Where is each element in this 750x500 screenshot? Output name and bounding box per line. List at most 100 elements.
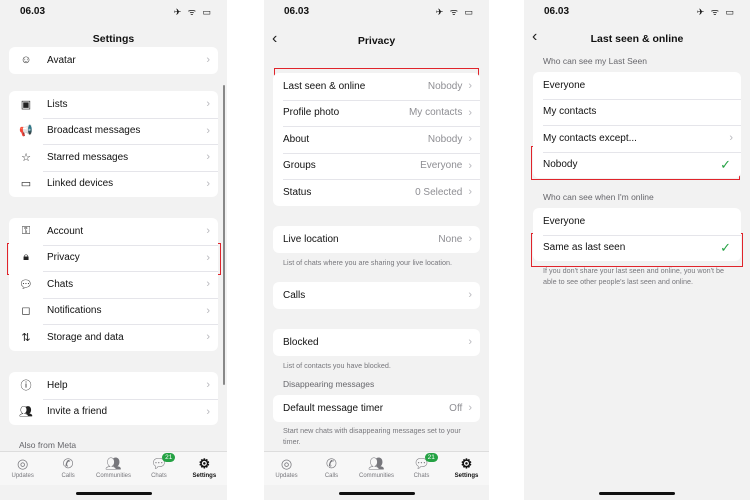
item-label: Everyone xyxy=(543,215,586,227)
list-item-storage-and-data[interactable]: ⇅ Storage and data › xyxy=(9,324,218,351)
item-label: Same as last seen xyxy=(543,242,626,254)
status-icons: ✈ ᯤ ▭ xyxy=(173,7,213,17)
settings-card: ▣ Lists › 📢 Broadcast messages › ☆ Starred mess… xyxy=(9,91,218,197)
list-item-notifications[interactable]: ◻ Notifications › xyxy=(9,297,218,325)
list-item-calls[interactable]: Calls › xyxy=(273,282,480,309)
item-label: Last seen & online xyxy=(283,80,366,92)
list-item-everyone[interactable]: Everyone xyxy=(533,208,741,235)
item-label: Starred messages xyxy=(47,151,129,163)
list-item-about[interactable]: About Nobody › xyxy=(273,126,480,153)
settings-card: ☺ Avatar › xyxy=(9,47,218,74)
tab-updates[interactable]: ◎ Updates xyxy=(264,452,309,485)
list-item-my-contacts-except[interactable]: My contacts except... › xyxy=(533,125,741,152)
chevron-right-icon: › xyxy=(729,132,733,145)
item-value: Nobody xyxy=(427,80,463,92)
communities-icon: 👥︎ xyxy=(368,456,385,471)
unread-badge: 21 xyxy=(424,453,438,462)
list-item-blocked[interactable]: Blocked › xyxy=(273,329,480,356)
tab-label: Chats xyxy=(151,473,167,479)
chevron-right-icon: › xyxy=(206,331,210,344)
settings-card: Everyone Same as last seen ✓ xyxy=(533,208,741,261)
item-label: Lists xyxy=(47,98,68,110)
tab-bar: ◎ Updates ✆ Calls 👥︎ Communities 💬︎ Chats 21 ⚙ Set… xyxy=(0,451,227,485)
tab-updates[interactable]: ◎ Updates xyxy=(0,452,45,485)
tab-settings[interactable]: ⚙ Settings xyxy=(444,452,489,485)
list-item-nobody[interactable]: Nobody ✓ xyxy=(533,151,741,179)
status-time: 06.03 xyxy=(284,6,310,17)
list-item-same-as-last-seen[interactable]: Same as last seen ✓ xyxy=(533,234,741,262)
item-label: Default message timer xyxy=(283,402,384,414)
list-item-broadcast-messages[interactable]: 📢 Broadcast messages › xyxy=(9,117,218,145)
list-item-invite-a-friend[interactable]: 👥︎ Invite a friend › xyxy=(9,398,218,426)
tab-communities[interactable]: 👥︎ Communities xyxy=(91,452,136,485)
tab-bar: ◎ Updates ✆ Calls 👥︎ Communities 💬︎ Chats 21 ⚙ Set… xyxy=(264,451,489,485)
blocked-note: List of contacts you have blocked. xyxy=(283,361,391,370)
chevron-right-icon: › xyxy=(206,54,210,67)
home-indicator[interactable] xyxy=(599,492,675,495)
tab-chats[interactable]: 💬︎ Chats 21 xyxy=(399,452,444,485)
avatar-icon: ☺ xyxy=(20,54,32,67)
star-icon: ☆ xyxy=(21,151,31,164)
chevron-right-icon: › xyxy=(206,225,210,238)
people-icon: 👥︎ xyxy=(19,406,33,419)
list-item-profile-photo[interactable]: Profile photo My contacts › xyxy=(273,99,480,127)
item-label: My contacts xyxy=(543,106,597,118)
item-label: Chats xyxy=(47,278,74,290)
list-item-last-seen-online[interactable]: Last seen & online Nobody › xyxy=(273,73,480,100)
scrollbar[interactable] xyxy=(223,85,225,385)
chevron-right-icon: › xyxy=(206,405,210,418)
page-title: Privacy xyxy=(357,35,396,47)
lock-icon: 🔒︎ xyxy=(23,251,29,264)
settings-card: Calls › xyxy=(273,282,480,309)
item-label: Privacy xyxy=(47,252,80,264)
settings-card: ⓘ Help › 👥︎ Invite a friend › xyxy=(9,372,218,425)
list-item-everyone[interactable]: Everyone xyxy=(533,72,741,99)
chevron-right-icon: › xyxy=(468,159,472,172)
item-label: My contacts except... xyxy=(543,132,637,144)
item-label: Blocked xyxy=(283,336,319,348)
tab-chats[interactable]: 💬︎ Chats 21 xyxy=(136,452,181,485)
timer-note: Start new chats with disappearing messag… xyxy=(283,426,461,446)
list-item-starred-messages[interactable]: ☆ Starred messages › xyxy=(9,144,218,171)
list-item-status[interactable]: Status 0 Selected › xyxy=(273,179,480,206)
list-item-chats[interactable]: 💬︎ Chats › xyxy=(9,271,218,298)
list-item-groups[interactable]: Groups Everyone › xyxy=(273,152,480,180)
tab-calls[interactable]: ✆ Calls xyxy=(45,452,90,485)
settings-card: Blocked › xyxy=(273,329,480,356)
chevron-right-icon: › xyxy=(206,151,210,164)
item-label: Profile photo xyxy=(283,107,340,119)
list-item-account[interactable]: ⚿ Account › xyxy=(9,218,218,245)
settings-card: Last seen & online Nobody › Profile photo My… xyxy=(273,73,480,206)
list-item-avatar[interactable]: ☺ Avatar › xyxy=(9,47,218,74)
list-item-privacy[interactable]: 🔒︎ Privacy › xyxy=(9,244,218,272)
list-item-live-location[interactable]: Live location None › xyxy=(273,226,480,253)
arrows-icon: ⇅ xyxy=(21,331,31,344)
item-label: Storage and data xyxy=(47,331,124,343)
list-item-help[interactable]: ⓘ Help › xyxy=(9,372,218,399)
home-indicator[interactable] xyxy=(338,492,415,495)
phone-icon: ✆ xyxy=(62,456,74,471)
tab-calls[interactable]: ✆ Calls xyxy=(309,452,354,485)
chevron-right-icon: › xyxy=(468,336,472,349)
phone-icon: ✆ xyxy=(326,456,337,471)
status-icons: ✈ ᯤ ▭ xyxy=(435,7,475,17)
list-item-lists[interactable]: ▣ Lists › xyxy=(9,91,218,118)
list-item-my-contacts[interactable]: My contacts xyxy=(533,98,741,126)
tab-label: Updates xyxy=(11,473,34,479)
item-label: Notifications xyxy=(47,305,102,317)
settings-icon: ⚙ xyxy=(460,456,473,471)
list-item-default-message-timer[interactable]: Default message timer Off › xyxy=(273,395,480,422)
last-seen-screen: 06.03 ✈ ᯤ ▭ ‹ Last seen & online Who can… xyxy=(524,0,750,500)
home-indicator[interactable] xyxy=(75,492,152,495)
list-item-linked-devices[interactable]: ▭ Linked devices › xyxy=(9,170,218,198)
tab-label: Communities xyxy=(358,473,394,479)
tab-label: Chats xyxy=(413,473,430,479)
lists-icon: ▣ xyxy=(20,98,32,111)
item-label: Linked devices xyxy=(47,178,114,190)
settings-card: Default message timer Off › xyxy=(273,395,480,422)
disappearing-header: Disappearing messages xyxy=(283,379,375,389)
tab-communities[interactable]: 👥︎ Communities xyxy=(354,452,399,485)
item-value: None xyxy=(438,233,463,245)
tab-settings[interactable]: ⚙ Settings xyxy=(182,452,227,485)
item-label: Groups xyxy=(283,160,316,172)
